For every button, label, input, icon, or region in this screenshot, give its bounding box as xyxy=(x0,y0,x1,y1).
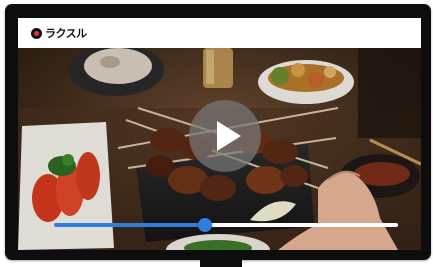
progress-bar[interactable] xyxy=(54,218,398,232)
logo-mark-icon xyxy=(31,27,42,39)
play-button[interactable] xyxy=(189,100,261,172)
play-icon xyxy=(217,121,241,151)
tv-frame: ラクスル xyxy=(5,4,431,260)
logo-text: ラクスル xyxy=(45,27,87,40)
header-bar: ラクスル xyxy=(18,18,421,48)
tv-stand xyxy=(200,258,242,267)
video-player[interactable]: ラクスル xyxy=(18,18,421,250)
progress-fill xyxy=(54,223,206,227)
app-logo[interactable]: ラクスル xyxy=(31,26,87,40)
